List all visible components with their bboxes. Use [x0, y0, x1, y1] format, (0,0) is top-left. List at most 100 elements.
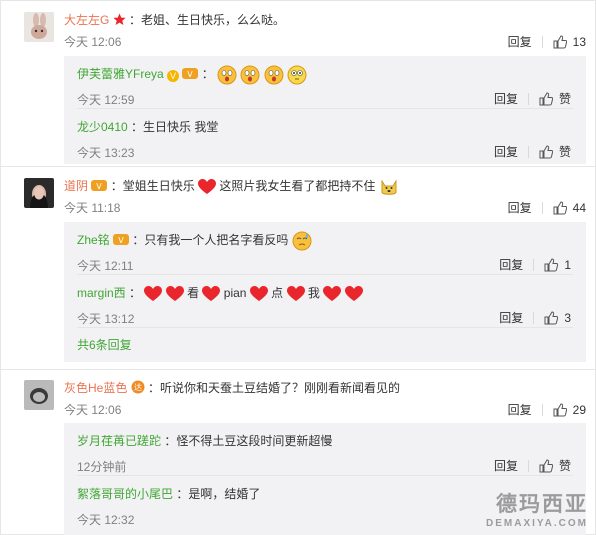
like-button[interactable]: 29	[553, 403, 586, 417]
member-badge-icon: V	[113, 234, 130, 246]
reply-button[interactable]: 回复	[494, 457, 518, 474]
heart-emoji-icon	[323, 285, 342, 301]
like-button[interactable]: 1	[544, 258, 571, 272]
like-button[interactable]: 13	[553, 35, 586, 49]
star-badge-icon	[113, 13, 126, 25]
reply-timestamp: 今天 13:12	[77, 312, 135, 326]
watermark-logo-text: 德玛西亚	[496, 492, 588, 516]
reply-button[interactable]: 回复	[494, 143, 518, 160]
author-name[interactable]: 灰色He蓝色	[64, 381, 127, 395]
reply-text: ：生日快乐 我堂	[131, 120, 219, 134]
reply-author-name[interactable]: 伊芙蕾雅YFreya	[77, 67, 164, 81]
heart-emoji-icon	[165, 285, 184, 301]
comment-body: 灰色He蓝色 达 ：听说你和天蚕土豆结婚了？刚刚看新闻看见的	[64, 379, 400, 396]
author-name[interactable]: 大左左G	[64, 13, 109, 27]
heart-emoji-icon	[198, 179, 217, 194]
like-button[interactable]: 赞	[539, 90, 571, 107]
reply-list: Zhe铭 V ：只有我一个人把名字看反吗 今天 12:11 回复 1 margi…	[64, 222, 586, 362]
action-divider	[533, 258, 535, 271]
like-count: 44	[572, 200, 586, 215]
thumbs-up-icon	[539, 91, 553, 105]
svg-text:V: V	[97, 182, 103, 191]
sweat-emoji-icon	[292, 231, 312, 251]
comment-body: 大左左G ：老姐、生日快乐，么么哒。	[64, 11, 285, 28]
reply-author-name[interactable]: Zhe铭	[77, 233, 110, 247]
thumbs-up-icon	[539, 458, 553, 472]
reply-body: 絮落哥哥的小尾巴 ：是啊，结婚了	[77, 485, 260, 502]
comment-text: ：堂姐生日快乐	[110, 179, 195, 194]
reply-text-segment: 看	[187, 286, 200, 300]
show-all-replies-link[interactable]: 共6条回复	[77, 336, 132, 353]
heart-emoji-icon	[344, 285, 363, 301]
reply-text: ：	[201, 67, 214, 82]
shocked-emoji-icon	[240, 65, 260, 85]
comment-text-continued: 这照片我女生看了都把持不住	[219, 179, 376, 194]
like-button[interactable]: 赞	[539, 457, 571, 474]
reply-timestamp: 今天 12:59	[77, 93, 135, 107]
comment-text: ：老姐、生日快乐，么么哒。	[129, 13, 286, 27]
like-count: 赞	[558, 92, 571, 106]
heart-emoji-icon	[202, 285, 221, 301]
reply-item: 岁月荏苒已蹉跎 ：怪不得土豆这段时间更新超慢 12分钟前 回复 赞	[77, 423, 586, 475]
thumbs-up-icon	[553, 200, 567, 214]
action-divider	[533, 311, 535, 324]
avatar[interactable]	[24, 12, 54, 42]
comment-item: 道阴 V ：堂姐生日快乐 这照片我女生看了都把持不住 今天 11:18 回复 4…	[0, 166, 596, 366]
like-count: 1	[564, 257, 571, 272]
reply-button[interactable]: 回复	[508, 33, 532, 50]
reply-author-name[interactable]: 龙少0410	[77, 120, 128, 134]
avatar[interactable]	[24, 380, 54, 410]
like-count: 13	[572, 34, 586, 49]
shocked-emoji-icon	[217, 65, 237, 85]
reply-text-segment: 我	[307, 286, 320, 300]
level-badge-icon: 达	[131, 380, 145, 394]
action-divider	[527, 459, 529, 472]
reply-body: 龙少0410 ：生日快乐 我堂	[77, 118, 218, 135]
reply-button[interactable]: 回复	[508, 401, 532, 418]
reply-author-name[interactable]: margin西	[77, 286, 126, 300]
comment-item: 大左左G ：老姐、生日快乐，么么哒。 今天 12:06 回复 13 伊芙蕾雅YF…	[0, 0, 596, 170]
reply-text: ：怪不得土豆这段时间更新超慢	[164, 434, 333, 448]
member-badge-icon: V	[91, 180, 108, 192]
reply-body: Zhe铭 V ：只有我一个人把名字看反吗	[77, 231, 312, 251]
heart-emoji-icon	[249, 285, 268, 301]
reply-button[interactable]: 回复	[499, 309, 523, 326]
reply-body: 岁月荏苒已蹉跎 ：怪不得土豆这段时间更新超慢	[77, 432, 332, 449]
like-count: 赞	[558, 145, 571, 159]
reply-author-name[interactable]: 岁月荏苒已蹉跎	[77, 434, 161, 448]
action-divider	[541, 201, 543, 214]
reply-button[interactable]: 回复	[508, 199, 532, 216]
svg-text:V: V	[118, 236, 124, 245]
reply-timestamp: 今天 13:23	[77, 146, 135, 160]
reply-body: 伊芙蕾雅YFreya V V ：	[77, 65, 307, 85]
blank-stare-emoji-icon	[287, 65, 307, 85]
reply-timestamp: 今天 12:32	[77, 513, 135, 527]
action-divider	[541, 403, 543, 416]
reply-item: Zhe铭 V ：只有我一个人把名字看反吗 今天 12:11 回复 1	[77, 222, 586, 274]
avatar[interactable]	[24, 178, 54, 208]
reply-item: 伊芙蕾雅YFreya V V ： 今天 12:59 回复 赞	[77, 56, 586, 108]
timestamp: 今天 12:06	[64, 35, 122, 49]
reply-text: ：	[129, 286, 142, 300]
reply-button[interactable]: 回复	[499, 256, 523, 273]
reply-button[interactable]: 回复	[494, 90, 518, 107]
author-name[interactable]: 道阴	[64, 179, 88, 193]
reply-body: margin西 ： 看 pian 点 我	[77, 284, 363, 302]
shocked-emoji-icon	[264, 65, 284, 85]
like-button[interactable]: 44	[553, 201, 586, 215]
heart-emoji-icon	[286, 285, 305, 301]
like-button[interactable]: 3	[544, 311, 571, 325]
timestamp: 今天 11:18	[64, 201, 121, 215]
thumbs-up-icon	[553, 402, 567, 416]
heart-emoji-icon	[144, 285, 163, 301]
reply-item: 龙少0410 ：生日快乐 我堂 今天 13:23 回复 赞	[77, 109, 586, 161]
thumbs-up-icon	[544, 257, 559, 271]
comment-text: ：听说你和天蚕土豆结婚了？刚刚看新闻看见的	[148, 381, 401, 395]
member-badge-icon: V	[182, 68, 199, 80]
thumbs-up-icon	[544, 310, 559, 324]
svg-text:达: 达	[134, 382, 142, 392]
reply-item: margin西 ： 看 pian 点 我 今天 13:12 回复 3	[77, 275, 586, 327]
like-button[interactable]: 赞	[539, 143, 571, 160]
doge-emoji-icon	[381, 179, 397, 195]
reply-author-name[interactable]: 絮落哥哥的小尾巴	[77, 487, 173, 501]
